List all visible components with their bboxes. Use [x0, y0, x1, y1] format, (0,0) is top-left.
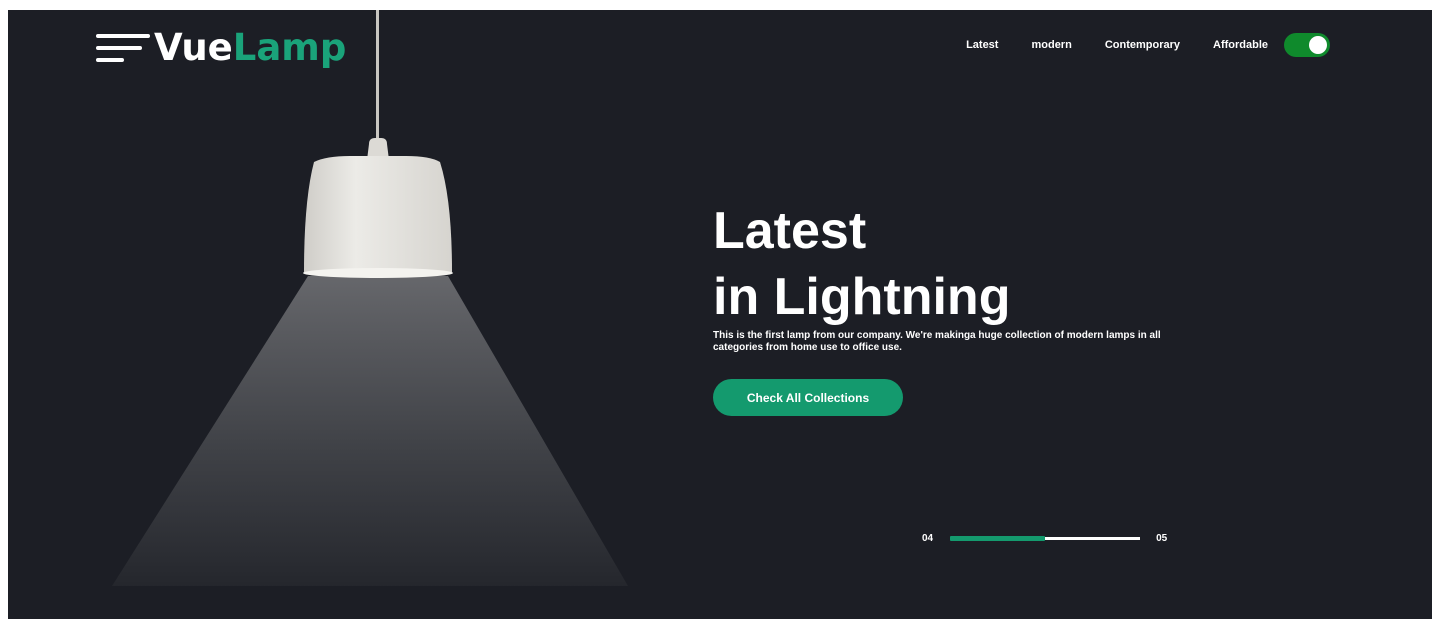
logo-word-vue: Vue [154, 26, 233, 69]
slide-total-number: 05 [1156, 532, 1168, 544]
main-nav: Latest modern Contemporary Affordable [966, 32, 1330, 58]
slider-progress-track[interactable] [950, 535, 1141, 541]
hamburger-menu-icon[interactable] [96, 26, 152, 70]
nav-link-modern[interactable]: modern [1031, 39, 1071, 51]
hero-description: This is the first lamp from our company.… [713, 330, 1161, 353]
theme-toggle[interactable] [1284, 33, 1330, 57]
nav-link-latest[interactable]: Latest [966, 39, 998, 51]
toggle-knob [1309, 36, 1327, 54]
light-beam [112, 276, 628, 586]
check-all-collections-button[interactable]: Check All Collections [713, 379, 903, 416]
logo-text: VueLamp [154, 26, 346, 70]
hero-section: VueLamp Latest modern Contemporary Affor… [8, 10, 1432, 619]
hero-title-line-1: Latest [713, 202, 867, 260]
lamp-illustration [112, 10, 628, 586]
lamp-shade [304, 156, 452, 272]
lamp-rim [303, 268, 453, 278]
logo[interactable]: VueLamp [96, 26, 346, 70]
lamp-cord [376, 10, 379, 150]
hero-title-line-2: in Lightning [713, 268, 1011, 326]
slider-pager: 04 05 [922, 530, 1167, 546]
hero-title: Latest in Lightning [713, 198, 1010, 330]
nav-link-affordable[interactable]: Affordable [1213, 39, 1268, 51]
logo-word-lamp: Lamp [232, 26, 347, 69]
slide-current-number: 04 [922, 532, 934, 544]
nav-link-contemporary[interactable]: Contemporary [1105, 39, 1180, 51]
slider-progress-fill [950, 535, 1046, 541]
